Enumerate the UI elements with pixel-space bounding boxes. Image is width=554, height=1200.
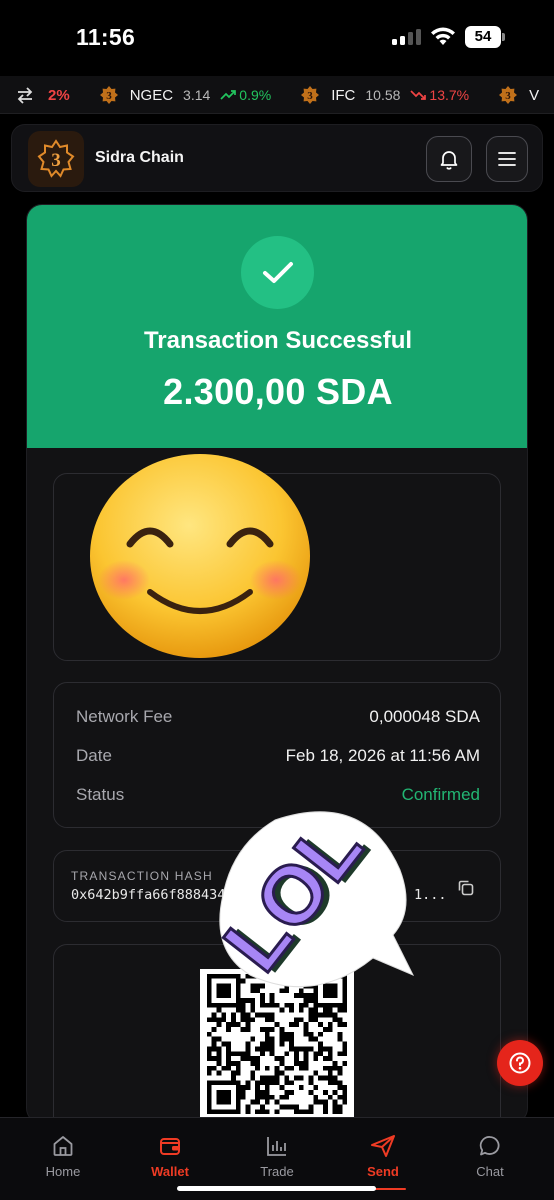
ticker-symbol: NGEC [129,86,174,104]
svg-text:3: 3 [51,150,61,171]
copy-icon[interactable] [456,878,476,898]
success-title: Transaction Successful [143,327,413,354]
app-logo[interactable]: 3 [28,131,84,187]
nav-label: Send [367,1164,399,1179]
home-indicator [177,1186,376,1191]
svg-text:3: 3 [307,90,313,102]
nav-trade[interactable]: Trade [237,1134,317,1179]
nav-send[interactable]: Send [343,1134,423,1179]
help-button[interactable] [497,1040,543,1086]
status-bar: 11:56 54 [0,0,554,76]
detail-row-date: Date Feb 18, 2026 at 11:56 AM [76,746,480,768]
detail-label: Date [76,746,112,765]
svg-text:3: 3 [106,90,112,102]
token-logo-icon: 3 [301,86,320,104]
ticker-symbol: IFC [331,86,356,104]
app-header: 3 Sidra Chain [11,124,543,192]
detail-value: Feb 18, 2026 at 11:56 AM [285,746,480,765]
lol-sticker: LOL LOL [206,801,415,989]
app-name: Sidra Chain [95,149,184,166]
token-logo-icon: 3 [99,86,118,104]
menu-icon [498,152,516,166]
detail-label: Status [76,785,125,804]
success-check-icon [241,236,314,309]
send-icon [371,1135,395,1157]
home-icon [53,1136,73,1156]
ticker-price: 3.14 [183,87,211,103]
wallet-icon [160,1138,180,1155]
ticker-price: 10.58 [365,87,401,103]
ticker-item[interactable]: 3 IFC 10.58 13.7% [301,86,469,104]
success-banner: Transaction Successful 2.300,00 SDA [27,205,527,448]
hash-label: TRANSACTION HASH [71,869,213,883]
battery-level: 54 [465,26,501,48]
clock: 11:56 [76,24,136,50]
transaction-amount: 2.300,00 SDA [163,371,393,412]
menu-button[interactable] [486,136,528,182]
nav-wallet[interactable]: Wallet [130,1134,210,1179]
smiling-face-sticker [90,454,310,658]
trend-up-icon [220,90,237,100]
nav-label: Trade [260,1164,294,1179]
ticker-change: 0.9% [239,87,272,103]
chart-icon [267,1137,286,1156]
swap-arrows-icon [17,87,33,104]
detail-value: 0,000048 SDA [369,707,480,726]
nav-label: Home [45,1164,81,1179]
detail-label: Network Fee [76,707,173,726]
nav-chat[interactable]: Chat [450,1134,530,1179]
nav-label: Wallet [151,1164,189,1179]
detail-row-network-fee: Network Fee 0,000048 SDA [76,707,480,729]
bell-icon [440,151,458,170]
chat-icon [479,1136,500,1156]
nav-home[interactable]: Home [23,1134,103,1179]
token-logo-icon: 3 [499,86,518,104]
trend-down-icon [410,90,427,100]
price-ticker: 2% 3 NGEC 3.14 0.9% 3 IFC 10.58 13.7% 3 … [0,76,554,114]
ticker-change: 2% [48,86,70,104]
cellular-signal-icon [392,29,421,45]
ticker-item[interactable]: 3 NGEC 3.14 0.9% [99,86,272,104]
svg-text:3: 3 [505,90,511,102]
wifi-icon [431,27,455,45]
ticker-symbol: V [529,86,540,104]
battery-icon: 54 [465,26,505,48]
notifications-button[interactable] [426,136,472,182]
ticker-item[interactable]: 3 V [499,86,549,104]
ticker-change: 13.7% [429,87,470,103]
nav-label: Chat [476,1164,504,1179]
sidra-logo-icon: 3 [37,139,75,178]
help-icon [509,1052,531,1074]
